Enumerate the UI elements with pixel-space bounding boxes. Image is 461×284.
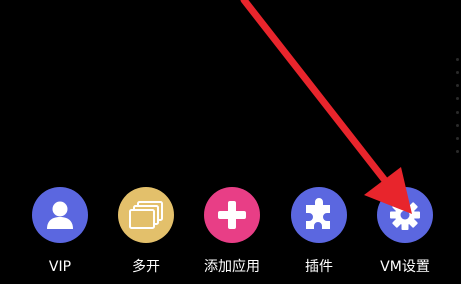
plus-icon xyxy=(218,201,246,229)
vm-settings-label: VM设置 xyxy=(380,259,430,275)
vip-label: VIP xyxy=(48,259,72,275)
plugin-icon-circle xyxy=(291,187,347,243)
vm-settings-button[interactable]: VM设置 xyxy=(362,185,448,284)
vip-icon-circle xyxy=(32,187,88,243)
add-app-label: 添加应用 xyxy=(204,259,260,275)
app-launcher-screen: VIP 多开 添加应用 插件 VM设置 xyxy=(0,0,461,284)
add-app-icon-circle xyxy=(204,187,260,243)
vm-settings-icon-circle xyxy=(377,187,433,243)
stacked-windows-icon xyxy=(129,201,163,229)
multi-open-label: 多开 xyxy=(132,259,160,275)
puzzle-piece-icon xyxy=(306,198,330,229)
user-icon xyxy=(47,201,73,229)
vip-button[interactable]: VIP xyxy=(17,185,103,284)
plugin-button[interactable]: 插件 xyxy=(276,185,362,284)
bottom-app-dock: VIP 多开 添加应用 插件 VM设置 xyxy=(0,0,461,284)
multi-open-button[interactable]: 多开 xyxy=(103,185,189,284)
plugin-label: 插件 xyxy=(305,259,333,275)
multi-open-icon-circle xyxy=(118,187,174,243)
add-app-button[interactable]: 添加应用 xyxy=(189,185,275,284)
gear-icon xyxy=(390,200,420,230)
